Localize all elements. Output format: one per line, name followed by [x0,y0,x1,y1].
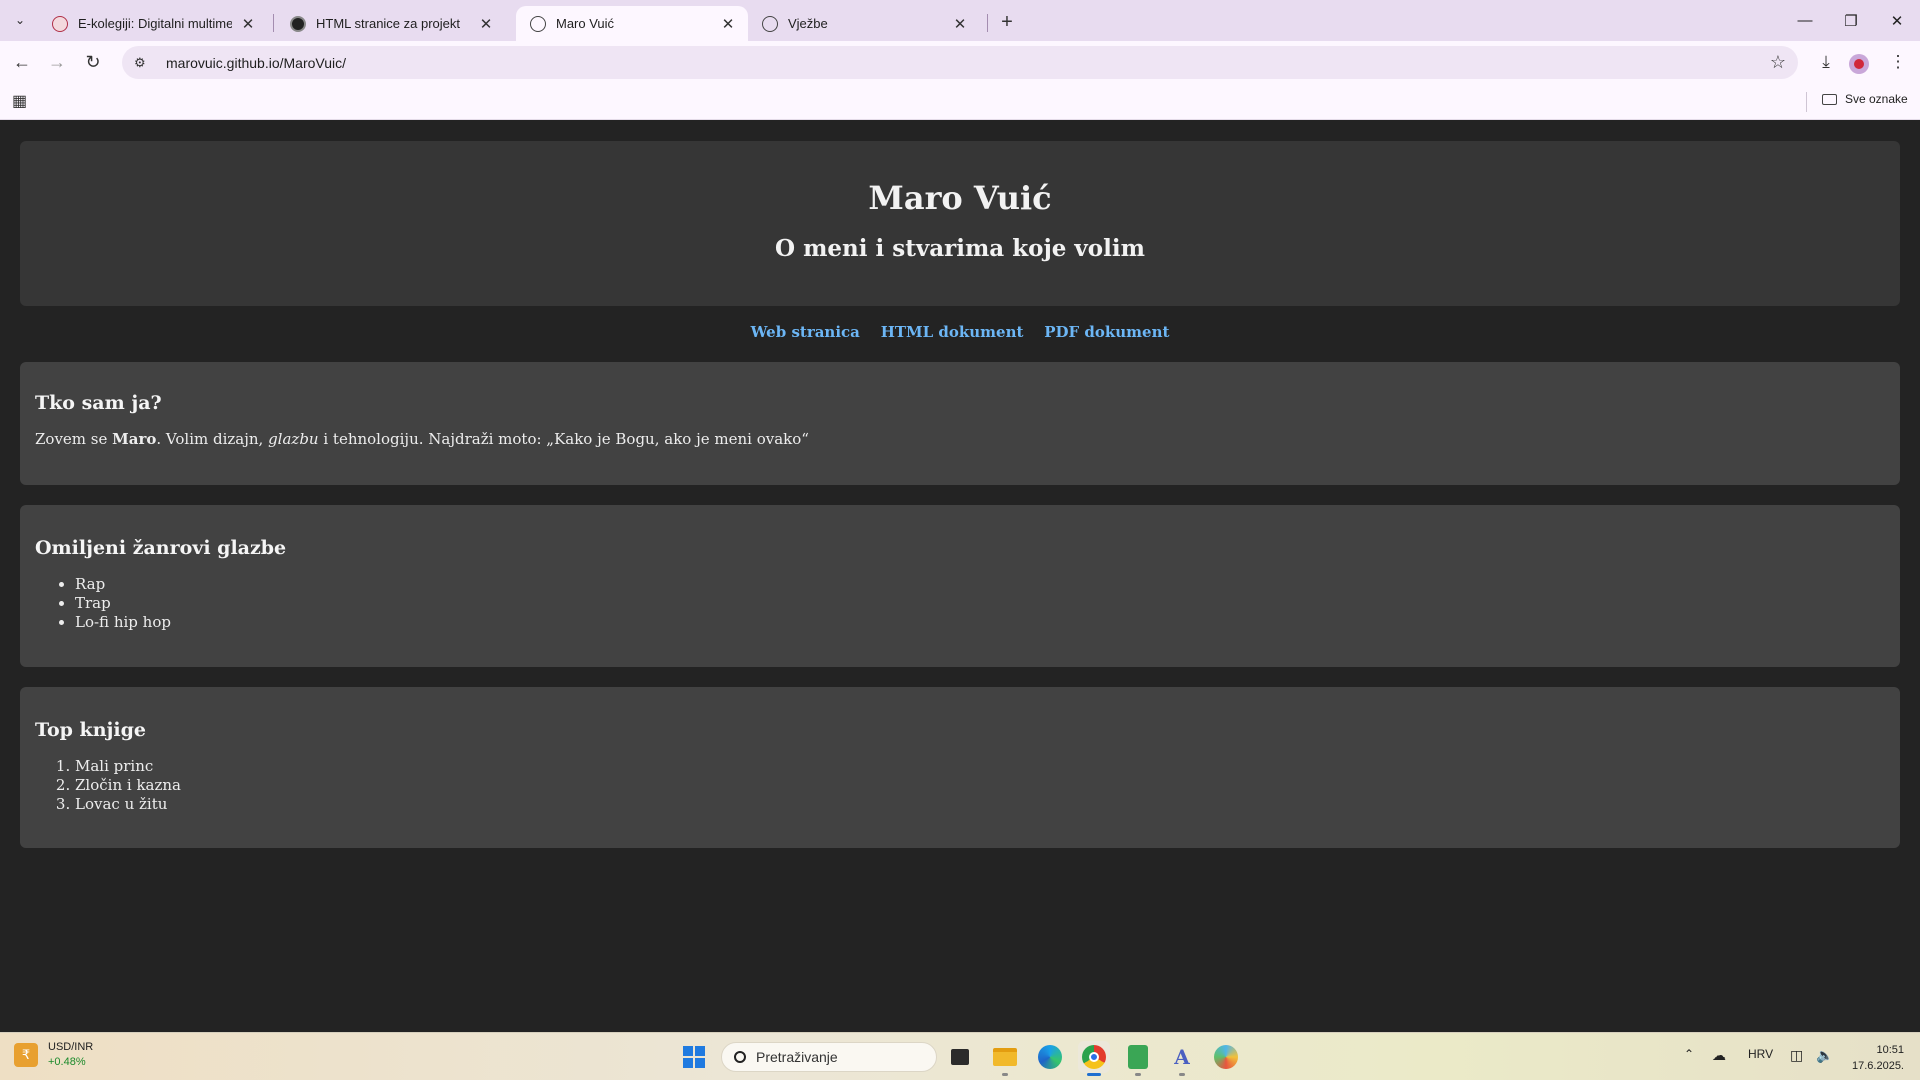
all-bookmarks-button[interactable]: Sve oznake [1822,92,1908,106]
about-text-part: . Volim dizajn, [156,430,269,448]
forward-button[interactable]: → [43,48,71,76]
bookmarks-divider [1806,92,1807,112]
clock-time: 10:51 [1876,1044,1904,1056]
speaker-muted-icon[interactable]: 🔈 [1816,1047,1833,1064]
about-section: Tko sam ja? Zovem se Maro. Volim dizajn,… [20,362,1900,485]
books-section: Top knjige Mali princ Zločin i kazna Lov… [20,687,1900,848]
genres-section: Omiljeni žanrovi glazbe Rap Trap Lo-fi h… [20,505,1900,667]
paint-app-icon[interactable] [1210,1041,1242,1073]
list-item: Zločin i kazna [75,776,1885,795]
notepad-app-icon[interactable] [1122,1041,1154,1076]
edge-browser-icon[interactable] [1034,1041,1066,1073]
system-clock[interactable]: 10:51 17.6.2025. [1846,1042,1904,1074]
tab-title: E-kolegiji: Digitalni multimedij [78,16,232,31]
site-nav: Web stranica HTML dokument PDF dokument [0,323,1920,341]
about-name: Maro [112,430,157,448]
ekolegiji-favicon-icon [52,15,68,32]
back-button[interactable]: ← [8,48,36,76]
close-tab-icon[interactable]: ✕ [950,14,970,34]
tab-html-stranice[interactable]: HTML stranice za projekt ✕ [276,6,506,41]
tab-strip: ⌄ E-kolegiji: Digitalni multimedij ✕ HTM… [0,0,1920,41]
about-text-part: i tehnologiju. Najdraži moto: „Kako je B… [318,430,809,448]
nav-link-pdf-dokument[interactable]: PDF dokument [1044,323,1169,341]
about-text-part: Zovem se [35,430,113,448]
chrome-browser-icon[interactable] [1078,1041,1110,1076]
new-tab-button[interactable]: + [993,8,1021,36]
site-info-icon[interactable]: ⚙ [134,55,154,71]
profile-avatar[interactable] [1849,54,1869,74]
taskbar: ₹ USD/INR +0.48% Pretraživanje A ⌃ ☁ HRV… [0,1032,1920,1080]
github-favicon-icon [290,15,306,32]
about-heading: Tko sam ja? [35,392,162,414]
close-tab-icon[interactable]: ✕ [718,14,738,34]
reload-button[interactable]: ↻ [79,48,107,76]
tab-vjezbe[interactable]: Vježbe ✕ [748,6,980,41]
taskbar-search[interactable]: Pretraživanje [721,1042,937,1072]
list-item: Lo-fi hip hop [75,613,1885,632]
books-heading: Top knjige [35,719,146,741]
widget-change: +0.48% [48,1056,86,1068]
tab-maro-vuic[interactable]: Maro Vuić ✕ [516,6,748,41]
about-text: Zovem se Maro. Volim dizajn, glazbu i te… [35,430,1885,448]
page-title: Maro Vuić [868,179,1052,217]
all-bookmarks-label: Sve oznake [1845,92,1908,106]
widget-title: USD/INR [48,1041,94,1053]
books-list: Mali princ Zločin i kazna Lovac u žitu [75,757,1885,814]
running-indicator [1179,1073,1185,1076]
about-emphasis: glazbu [268,430,319,448]
running-indicator [1002,1073,1008,1076]
tab-divider [273,14,274,32]
apps-grid-icon[interactable]: ▦ [12,91,27,111]
active-indicator [1087,1073,1101,1076]
bookmark-star-icon[interactable]: ☆ [1770,52,1786,73]
list-item: Mali princ [75,757,1885,776]
folder-icon [1822,93,1837,105]
running-indicator [1135,1073,1141,1076]
bookmarks-bar: ▦ Sve oznake [0,83,1920,120]
close-tab-icon[interactable]: ✕ [238,14,258,34]
menu-dots-icon[interactable]: ⋮ [1884,48,1912,76]
url-text[interactable]: marovuic.github.io/MaroVuic/ [166,55,346,71]
list-item: Trap [75,594,1885,613]
page-subtitle: O meni i stvarima koje volim [775,235,1145,262]
tab-title: Vježbe [788,16,828,31]
browser-toolbar: ← → ↻ ⚙ marovuic.github.io/MaroVuic/ ☆ ⤓… [0,41,1920,83]
genres-list: Rap Trap Lo-fi hip hop [75,575,1885,632]
task-view-icon[interactable] [944,1041,976,1073]
nav-link-html-dokument[interactable]: HTML dokument [881,323,1024,341]
minimize-button[interactable]: — [1782,0,1828,41]
font-app-icon[interactable]: A [1166,1041,1198,1076]
tab-divider [987,14,988,32]
web-page: Maro Vuić O meni i stvarima koje volim W… [0,121,1920,1032]
currency-widget[interactable]: ₹ USD/INR +0.48% [14,1040,93,1070]
restore-button[interactable]: ❐ [1828,0,1874,41]
network-icon[interactable]: ◫ [1790,1047,1803,1064]
list-item: Lovac u žitu [75,795,1885,814]
start-button-windows-icon[interactable] [683,1046,705,1068]
nav-link-web-stranica[interactable]: Web stranica [751,323,860,341]
genres-heading: Omiljeni žanrovi glazbe [35,537,287,559]
download-icon[interactable]: ⤓ [1812,48,1840,76]
search-icon [734,1051,746,1063]
page-header: Maro Vuić O meni i stvarima koje volim [20,141,1900,306]
language-indicator[interactable]: HRV [1748,1047,1773,1061]
tab-ekolegiji[interactable]: E-kolegiji: Digitalni multimedij ✕ [38,6,268,41]
tab-search-chevron-icon[interactable]: ⌄ [8,8,32,32]
currency-chart-icon: ₹ [14,1043,38,1067]
address-bar[interactable]: ⚙ marovuic.github.io/MaroVuic/ ☆ [122,46,1798,79]
globe-favicon-icon [530,15,546,32]
clock-date: 17.6.2025. [1852,1060,1904,1072]
tab-title: Maro Vuić [556,16,615,31]
close-tab-icon[interactable]: ✕ [476,14,496,34]
file-explorer-icon[interactable] [989,1041,1021,1076]
close-window-button[interactable]: ✕ [1874,0,1920,41]
search-placeholder: Pretraživanje [756,1049,838,1065]
onedrive-offline-icon[interactable]: ☁ [1712,1047,1726,1064]
globe-favicon-icon [762,15,778,32]
list-item: Rap [75,575,1885,594]
show-hidden-icons-chevron-icon[interactable]: ⌃ [1684,1047,1694,1061]
tab-title: HTML stranice za projekt [316,16,461,31]
